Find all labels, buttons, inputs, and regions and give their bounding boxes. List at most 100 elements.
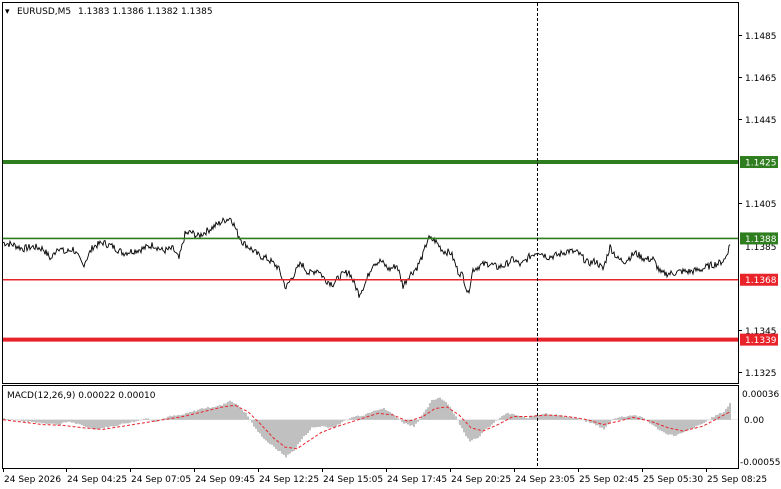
macd-histogram-bar (59, 419, 61, 425)
macd-histogram-bar (55, 419, 57, 425)
macd-histogram-bar (605, 419, 607, 427)
macd-histogram-bar (35, 419, 37, 423)
macd-histogram-bar (223, 403, 225, 420)
macd-histogram-bar (99, 419, 101, 429)
macd-histogram-bar (563, 416, 565, 420)
macd-histogram-bar (113, 419, 115, 427)
macd-histogram-bar (109, 419, 111, 427)
macd-histogram-bar (597, 419, 599, 426)
macd-histogram-bar (41, 419, 43, 424)
macd-histogram-bar (413, 419, 415, 427)
macd-histogram-bar (193, 410, 195, 420)
macd-histogram-bar (45, 419, 47, 424)
macd-histogram-bar (507, 412, 509, 420)
time-label: 24 Sep 23:05 (515, 475, 575, 485)
macd-histogram-bar (257, 419, 259, 432)
macd-histogram-bar (393, 415, 395, 420)
macd-histogram-bar (297, 419, 299, 445)
level-tag-label: 1.1339 (745, 336, 777, 346)
time-label: 25 Sep 08:25 (707, 475, 767, 485)
macd-histogram-bar (119, 419, 121, 425)
macd-histogram-bar (463, 419, 465, 433)
macd-histogram-bar (311, 419, 313, 428)
macd-histogram-bar (491, 419, 493, 425)
macd-histogram-bar (459, 419, 461, 426)
price-axis: 1.1485 1.1465 1.1445 1.1405 1.1345 1.132… (739, 32, 777, 379)
macd-histogram-bar (701, 419, 703, 425)
macd-histogram-bar (621, 416, 623, 420)
macd-histogram-bar (671, 419, 673, 435)
macd-histogram-bar (185, 412, 187, 420)
macd-histogram-bar (307, 419, 309, 434)
macd-histogram-bar (467, 419, 469, 439)
macd-histogram-bar (241, 409, 243, 420)
price-panel[interactable] (2, 2, 739, 384)
symbol-label: EURUSD,M5 (17, 7, 71, 17)
macd-histogram-bar (689, 419, 691, 430)
macd-histogram-bar (251, 419, 253, 423)
macd-histogram-bar (617, 417, 619, 420)
macd-histogram-bar (489, 419, 491, 427)
macd-histogram-bar (429, 403, 431, 420)
macd-histogram-bar (253, 419, 255, 427)
price-tick: 1.1325 (745, 369, 777, 379)
price-tick: 1.1405 (745, 200, 777, 210)
macd-histogram-bar (117, 419, 119, 426)
macd-histogram-bar (677, 419, 679, 435)
macd-histogram-bar (245, 412, 247, 420)
macd-histogram-bar (525, 417, 527, 420)
macd-histogram-bar (703, 419, 705, 423)
macd-histogram-bar (71, 419, 73, 423)
time-label: 25 Sep 05:30 (643, 475, 703, 485)
macd-histogram-bar (81, 419, 83, 426)
price-tick: 1.1485 (745, 32, 777, 42)
macd-histogram-bar (315, 419, 317, 428)
macd-tick: 0.00036 (742, 390, 779, 400)
menu-glyph[interactable]: ▾ (5, 7, 10, 17)
macd-histogram-bar (619, 417, 621, 420)
macd-histogram-bar (379, 409, 381, 420)
macd-histogram-bar (129, 419, 131, 423)
macd-histogram-bar (273, 419, 275, 447)
macd-histogram-bar (471, 419, 473, 441)
macd-histogram-bar (107, 419, 109, 428)
macd-histogram-bar (77, 419, 79, 424)
macd-histogram-bar (75, 419, 77, 424)
time-axis: 24 Sep 2026 24 Sep 04:25 24 Sep 07:05 24 Se… (3, 468, 767, 485)
macd-histogram-bar (503, 415, 505, 420)
macd-histogram-bar (301, 419, 303, 440)
macd-histogram-bar (721, 413, 723, 420)
macd-histogram-bar (87, 419, 89, 428)
macd-histogram-bar (483, 419, 485, 431)
macd-histogram-bar (23, 419, 25, 422)
macd-histogram-bar (231, 401, 233, 420)
price-tick: 1.1445 (745, 116, 777, 126)
macd-histogram-bar (279, 419, 281, 452)
macd-histogram-bar (115, 419, 117, 427)
macd-histogram-bar (441, 399, 443, 420)
macd-histogram-bar (227, 401, 229, 420)
time-label: 24 Sep 15:05 (323, 475, 383, 485)
macd-histogram-bar (485, 419, 487, 429)
macd-histogram-bar (385, 410, 387, 420)
macd-histogram-bar (337, 419, 339, 425)
macd-histogram-bar (125, 419, 127, 424)
macd-histogram-bar (439, 397, 441, 420)
macd-histogram-bar (199, 408, 201, 420)
macd-histogram-bar (181, 414, 183, 420)
macd-histogram-bar (229, 400, 231, 420)
macd-histogram-bar (317, 419, 319, 427)
macd-histogram-bar (127, 419, 129, 424)
macd-histogram-bar (445, 402, 447, 420)
macd-histogram-bar (697, 419, 699, 426)
macd-histogram-bar (187, 412, 189, 420)
macd-histogram-bar (275, 419, 277, 450)
macd-histogram-bar (711, 417, 713, 420)
macd-histogram-bar (479, 419, 481, 437)
macd-histogram-bar (329, 419, 331, 428)
chart-window: ▾ EURUSD,M5 1.1383 1.1386 1.1382 1.1385 … (2, 2, 780, 485)
macd-histogram-bar (573, 418, 575, 420)
macd-histogram-bar (263, 419, 265, 440)
macd-histogram-bar (65, 419, 67, 423)
macd-histogram-bar (693, 419, 695, 429)
